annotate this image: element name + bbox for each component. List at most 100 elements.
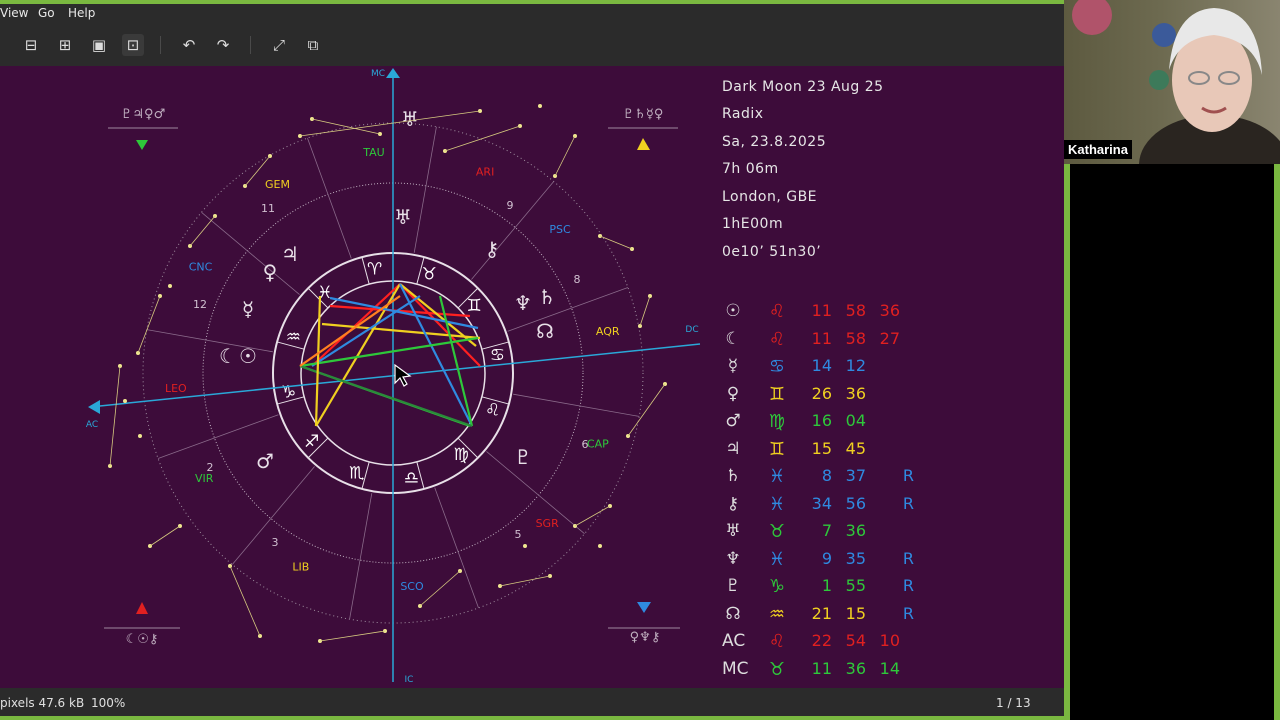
chart-date: Sa, 23.8.2025 xyxy=(722,134,827,150)
water-triangle-icon xyxy=(637,602,651,613)
status-page-counter: 1 / 13 xyxy=(996,696,1031,710)
menu-help[interactable]: Help xyxy=(68,6,95,20)
zodiac-sign-icon: ♓ xyxy=(768,548,786,570)
planet-glyph: ♄ xyxy=(725,466,741,486)
position-degrees: 11 xyxy=(811,658,832,678)
house-cusp-line xyxy=(349,493,373,620)
position-minutes: 37 xyxy=(845,466,866,485)
planet-glyph-icon: ☉ xyxy=(239,344,257,368)
zoom-in-icon[interactable]: ⊞ xyxy=(54,34,76,56)
best-fit-icon[interactable]: ⊡ xyxy=(122,34,144,56)
zodiac-sign-icon: ♉ xyxy=(768,658,786,680)
planet-glyph-icon: ♀ xyxy=(263,260,278,284)
constellation-label: LIB xyxy=(292,561,309,574)
house-number: 6 xyxy=(582,438,589,451)
star-dot xyxy=(123,399,127,403)
planet-glyph: ⚷ xyxy=(726,493,740,514)
house-cusp-line xyxy=(471,181,555,280)
retrograde-marker: R xyxy=(902,548,914,568)
ac-arrow-icon xyxy=(88,400,100,414)
zodiac-sign-icon: ♌ xyxy=(768,301,786,322)
chart-title: Dark Moon 23 Aug 25 xyxy=(722,79,884,95)
position-minutes: 36 xyxy=(845,521,866,540)
star-dot xyxy=(598,544,602,548)
house-cusp-line xyxy=(434,487,479,609)
menu-go[interactable]: Go xyxy=(38,6,55,20)
planet-glyph: ☾ xyxy=(725,328,741,349)
position-minutes: 36 xyxy=(845,383,866,403)
planet-glyph-icon: ☾ xyxy=(219,344,237,368)
zodiac-sign-icon: ♉ xyxy=(768,521,786,542)
position-seconds: 10 xyxy=(879,631,900,650)
constellation-line xyxy=(189,215,216,247)
aspect-line xyxy=(329,296,479,330)
house-number: 2 xyxy=(207,461,214,474)
constellation-label: PSC xyxy=(549,223,571,236)
toolbar: ⊟ ⊞ ▣ ⊡ ↶ ↷ ⤢ ⧉ xyxy=(0,24,1064,66)
corner-glyphs: ♇♄☿♀ xyxy=(623,107,664,122)
position-minutes: 58 xyxy=(845,301,866,320)
position-seconds: 14 xyxy=(879,658,900,678)
constellation-line xyxy=(574,505,611,527)
constellation-label: CNC xyxy=(189,261,213,274)
house-cusp-line xyxy=(513,393,640,417)
status-file-size: pixels 47.6 kB xyxy=(0,696,85,710)
position-seconds: 36 xyxy=(879,301,900,320)
status-bar: pixels 47.6 kB 100% 1 / 13 xyxy=(0,688,1064,716)
position-degrees: 15 xyxy=(811,438,832,458)
zodiac-ring-glyph: ♏ xyxy=(349,464,364,484)
planet-glyph-icon: ♄ xyxy=(538,285,556,309)
zodiac-sign-icon: ♌ xyxy=(768,328,786,350)
zodiac-sign-icon: ♍ xyxy=(768,411,786,432)
position-degrees: 8 xyxy=(821,466,832,485)
chart-type: Radix xyxy=(722,106,764,122)
planet-glyph-icon: ♅ xyxy=(394,205,412,229)
zodiac-sign-icon: ♋ xyxy=(768,356,786,377)
air-triangle-icon xyxy=(637,138,650,150)
planet-glyph-icon: ♅ xyxy=(401,107,419,131)
planet-glyph: ♆ xyxy=(725,548,741,569)
rotate-right-icon[interactable]: ↷ xyxy=(212,34,234,56)
mc-arrow-icon xyxy=(386,68,400,78)
position-degrees: 34 xyxy=(811,493,832,513)
constellation-label: ARI xyxy=(476,165,494,178)
ic-label: IC xyxy=(405,675,414,685)
webcam-feed: Katharina xyxy=(1064,0,1280,164)
slideshow-icon[interactable]: ⧉ xyxy=(302,34,324,56)
planet-glyph-icon: ♃ xyxy=(281,242,299,266)
constellation-line xyxy=(444,125,521,152)
zodiac-sign-icon: ♌ xyxy=(768,631,786,652)
video-panel: Katharina xyxy=(1064,0,1280,720)
house-number: 8 xyxy=(574,273,581,286)
position-minutes: 15 xyxy=(845,603,866,623)
house-cusp-line xyxy=(413,126,437,253)
constellation-line xyxy=(627,383,666,437)
menu-view[interactable]: View xyxy=(0,6,28,20)
chart-timezone: 1hE00m xyxy=(722,216,784,232)
retrograde-marker: R xyxy=(902,603,914,623)
position-minutes: 04 xyxy=(845,411,866,430)
star-dot xyxy=(538,104,542,108)
constellation-label: SCO xyxy=(400,580,424,593)
planet-glyph: ☉ xyxy=(725,301,741,321)
earth-triangle-icon xyxy=(136,140,148,150)
position-degrees: 11 xyxy=(811,328,832,348)
zoom-out-icon[interactable]: ⊟ xyxy=(20,34,42,56)
position-degrees: 21 xyxy=(811,603,832,623)
house-number: 11 xyxy=(261,202,275,215)
position-minutes: 54 xyxy=(845,631,866,650)
zodiac-ring-glyph: ♈ xyxy=(367,260,382,280)
panel-border-left xyxy=(1064,164,1070,720)
rotate-left-icon[interactable]: ↶ xyxy=(178,34,200,56)
retrograde-marker: R xyxy=(902,466,914,485)
position-degrees: 11 xyxy=(811,301,832,320)
actual-size-icon[interactable]: ▣ xyxy=(88,34,110,56)
constellation-line xyxy=(499,575,551,587)
zodiac-sign-icon: ♓ xyxy=(768,493,786,515)
position-degrees: 1 xyxy=(821,576,832,595)
constellation-line xyxy=(639,295,651,327)
planet-glyph-icon: ♆ xyxy=(514,291,532,315)
star-dot xyxy=(138,434,142,438)
fire-triangle-icon xyxy=(136,602,148,614)
fullscreen-icon[interactable]: ⤢ xyxy=(268,34,290,56)
